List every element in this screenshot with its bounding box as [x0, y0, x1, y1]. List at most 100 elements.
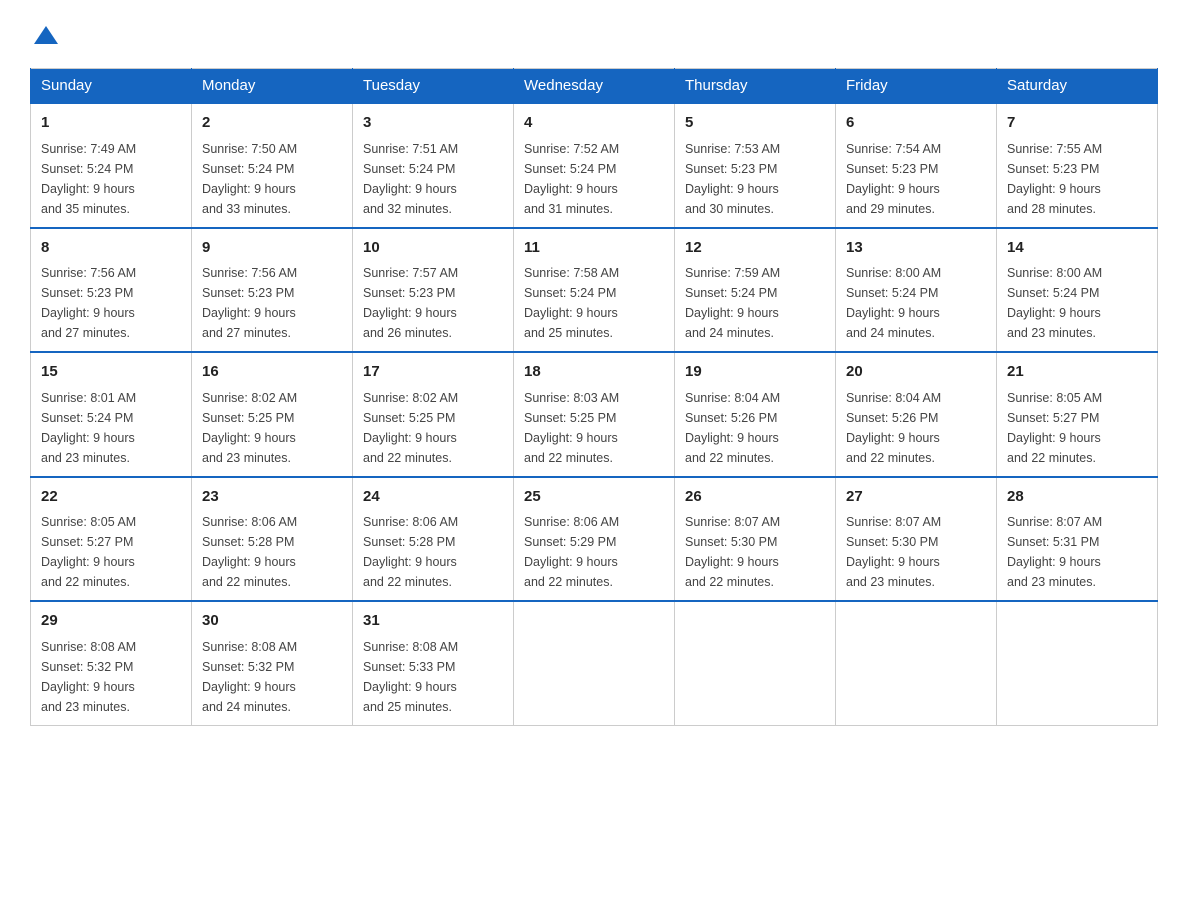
calendar-cell: 24 Sunrise: 8:06 AMSunset: 5:28 PMDayligh… [353, 477, 514, 602]
day-number: 5 [685, 112, 825, 135]
day-info: Sunrise: 7:54 AMSunset: 5:23 PMDaylight:… [846, 139, 986, 219]
day-header-friday: Friday [836, 69, 997, 104]
calendar-cell: 17 Sunrise: 8:02 AMSunset: 5:25 PMDayligh… [353, 352, 514, 477]
day-number: 7 [1007, 112, 1147, 135]
day-info: Sunrise: 7:57 AMSunset: 5:23 PMDaylight:… [363, 263, 503, 343]
day-header-sunday: Sunday [31, 69, 192, 104]
day-number: 10 [363, 237, 503, 260]
calendar-cell [836, 601, 997, 725]
day-number: 17 [363, 361, 503, 384]
calendar-cell: 4 Sunrise: 7:52 AMSunset: 5:24 PMDaylight… [514, 103, 675, 228]
calendar-cell: 13Sunrise: 8:00 AMSunset: 5:24 PMDayligh… [836, 228, 997, 353]
day-info: Sunrise: 8:04 AMSunset: 5:26 PMDaylight:… [846, 388, 986, 468]
day-number: 27 [846, 486, 986, 509]
calendar-cell: 25Sunrise: 8:06 AMSunset: 5:29 PMDayligh… [514, 477, 675, 602]
calendar-cell: 18Sunrise: 8:03 AMSunset: 5:25 PMDayligh… [514, 352, 675, 477]
day-info: Sunrise: 7:49 AMSunset: 5:24 PMDaylight:… [41, 139, 181, 219]
calendar-cell: 21 Sunrise: 8:05 AMSunset: 5:27 PMDayligh… [997, 352, 1158, 477]
calendar-week-row: 8Sunrise: 7:56 AMSunset: 5:23 PMDaylight… [31, 228, 1158, 353]
day-info: Sunrise: 8:07 AMSunset: 5:30 PMDaylight:… [846, 512, 986, 592]
day-info: Sunrise: 8:05 AMSunset: 5:27 PMDaylight:… [1007, 388, 1147, 468]
day-info: Sunrise: 8:00 AMSunset: 5:24 PMDaylight:… [1007, 263, 1147, 343]
day-number: 18 [524, 361, 664, 384]
day-header-monday: Monday [192, 69, 353, 104]
day-info: Sunrise: 7:50 AMSunset: 5:24 PMDaylight:… [202, 139, 342, 219]
day-number: 12 [685, 237, 825, 260]
calendar-cell: 15 Sunrise: 8:01 AMSunset: 5:24 PMDayligh… [31, 352, 192, 477]
calendar-cell: 11 Sunrise: 7:58 AMSunset: 5:24 PMDayligh… [514, 228, 675, 353]
calendar-cell: 30 Sunrise: 8:08 AMSunset: 5:32 PMDayligh… [192, 601, 353, 725]
calendar-cell: 26 Sunrise: 8:07 AMSunset: 5:30 PMDayligh… [675, 477, 836, 602]
day-info: Sunrise: 8:06 AMSunset: 5:29 PMDaylight:… [524, 512, 664, 592]
day-number: 21 [1007, 361, 1147, 384]
day-header-thursday: Thursday [675, 69, 836, 104]
calendar-cell: 28 Sunrise: 8:07 AMSunset: 5:31 PMDayligh… [997, 477, 1158, 602]
day-number: 31 [363, 610, 503, 633]
day-number: 4 [524, 112, 664, 135]
day-info: Sunrise: 8:02 AMSunset: 5:25 PMDaylight:… [363, 388, 503, 468]
calendar-cell: 3Sunrise: 7:51 AMSunset: 5:24 PMDaylight… [353, 103, 514, 228]
calendar-cell: 7 Sunrise: 7:55 AMSunset: 5:23 PMDaylight… [997, 103, 1158, 228]
calendar-cell: 14 Sunrise: 8:00 AMSunset: 5:24 PMDayligh… [997, 228, 1158, 353]
day-number: 11 [524, 237, 664, 260]
day-info: Sunrise: 8:01 AMSunset: 5:24 PMDaylight:… [41, 388, 181, 468]
day-number: 6 [846, 112, 986, 135]
day-number: 15 [41, 361, 181, 384]
day-info: Sunrise: 8:08 AMSunset: 5:32 PMDaylight:… [41, 637, 181, 717]
day-number: 13 [846, 237, 986, 260]
day-info: Sunrise: 8:06 AMSunset: 5:28 PMDaylight:… [363, 512, 503, 592]
day-number: 24 [363, 486, 503, 509]
calendar-cell: 29 Sunrise: 8:08 AMSunset: 5:32 PMDayligh… [31, 601, 192, 725]
day-number: 3 [363, 112, 503, 135]
day-number: 30 [202, 610, 342, 633]
calendar-cell: 16 Sunrise: 8:02 AMSunset: 5:25 PMDayligh… [192, 352, 353, 477]
day-number: 22 [41, 486, 181, 509]
day-number: 29 [41, 610, 181, 633]
calendar-table: SundayMondayTuesdayWednesdayThursdayFrid… [30, 68, 1158, 726]
calendar-cell: 10 Sunrise: 7:57 AMSunset: 5:23 PMDayligh… [353, 228, 514, 353]
calendar-cell: 27 Sunrise: 8:07 AMSunset: 5:30 PMDayligh… [836, 477, 997, 602]
day-info: Sunrise: 8:04 AMSunset: 5:26 PMDaylight:… [685, 388, 825, 468]
day-info: Sunrise: 7:55 AMSunset: 5:23 PMDaylight:… [1007, 139, 1147, 219]
calendar-header-row: SundayMondayTuesdayWednesdayThursdayFrid… [31, 69, 1158, 104]
calendar-week-row: 15 Sunrise: 8:01 AMSunset: 5:24 PMDayligh… [31, 352, 1158, 477]
calendar-cell: 19 Sunrise: 8:04 AMSunset: 5:26 PMDayligh… [675, 352, 836, 477]
calendar-cell: 12 Sunrise: 7:59 AMSunset: 5:24 PMDayligh… [675, 228, 836, 353]
day-number: 2 [202, 112, 342, 135]
day-info: Sunrise: 8:02 AMSunset: 5:25 PMDaylight:… [202, 388, 342, 468]
day-info: Sunrise: 8:07 AMSunset: 5:30 PMDaylight:… [685, 512, 825, 592]
calendar-cell [675, 601, 836, 725]
day-info: Sunrise: 7:58 AMSunset: 5:24 PMDaylight:… [524, 263, 664, 343]
day-info: Sunrise: 8:06 AMSunset: 5:28 PMDaylight:… [202, 512, 342, 592]
day-info: Sunrise: 8:05 AMSunset: 5:27 PMDaylight:… [41, 512, 181, 592]
day-info: Sunrise: 7:59 AMSunset: 5:24 PMDaylight:… [685, 263, 825, 343]
day-number: 28 [1007, 486, 1147, 509]
day-info: Sunrise: 7:56 AMSunset: 5:23 PMDaylight:… [41, 263, 181, 343]
calendar-cell: 31 Sunrise: 8:08 AMSunset: 5:33 PMDayligh… [353, 601, 514, 725]
calendar-cell: 6 Sunrise: 7:54 AMSunset: 5:23 PMDaylight… [836, 103, 997, 228]
day-info: Sunrise: 7:56 AMSunset: 5:23 PMDaylight:… [202, 263, 342, 343]
day-header-tuesday: Tuesday [353, 69, 514, 104]
day-number: 26 [685, 486, 825, 509]
calendar-cell [514, 601, 675, 725]
calendar-week-row: 29 Sunrise: 8:08 AMSunset: 5:32 PMDayligh… [31, 601, 1158, 725]
day-number: 20 [846, 361, 986, 384]
day-info: Sunrise: 7:52 AMSunset: 5:24 PMDaylight:… [524, 139, 664, 219]
calendar-cell: 22 Sunrise: 8:05 AMSunset: 5:27 PMDayligh… [31, 477, 192, 602]
day-number: 14 [1007, 237, 1147, 260]
day-header-wednesday: Wednesday [514, 69, 675, 104]
logo [30, 20, 60, 48]
calendar-cell: 8Sunrise: 7:56 AMSunset: 5:23 PMDaylight… [31, 228, 192, 353]
calendar-week-row: 1Sunrise: 7:49 AMSunset: 5:24 PMDaylight… [31, 103, 1158, 228]
day-info: Sunrise: 8:07 AMSunset: 5:31 PMDaylight:… [1007, 512, 1147, 592]
calendar-cell: 1Sunrise: 7:49 AMSunset: 5:24 PMDaylight… [31, 103, 192, 228]
day-number: 16 [202, 361, 342, 384]
day-number: 19 [685, 361, 825, 384]
calendar-cell: 23Sunrise: 8:06 AMSunset: 5:28 PMDayligh… [192, 477, 353, 602]
day-info: Sunrise: 8:08 AMSunset: 5:33 PMDaylight:… [363, 637, 503, 717]
day-info: Sunrise: 7:53 AMSunset: 5:23 PMDaylight:… [685, 139, 825, 219]
calendar-cell [997, 601, 1158, 725]
calendar-week-row: 22 Sunrise: 8:05 AMSunset: 5:27 PMDayligh… [31, 477, 1158, 602]
calendar-cell: 20 Sunrise: 8:04 AMSunset: 5:26 PMDayligh… [836, 352, 997, 477]
day-info: Sunrise: 8:08 AMSunset: 5:32 PMDaylight:… [202, 637, 342, 717]
